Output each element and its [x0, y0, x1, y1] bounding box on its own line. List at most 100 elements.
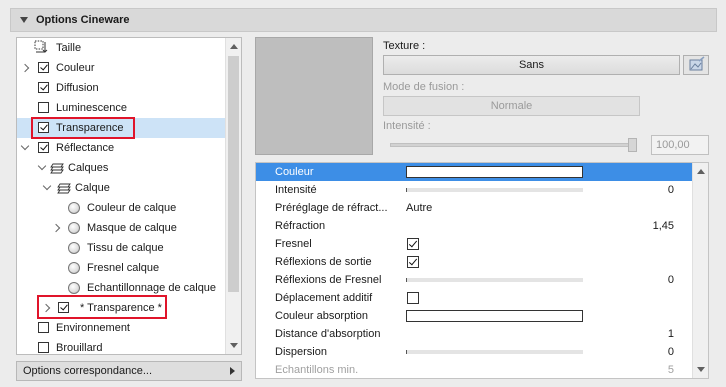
prop-row-couleur-absorption[interactable]: Couleur absorption — [256, 307, 692, 325]
color-swatch[interactable] — [406, 166, 583, 178]
options-correspondance-button[interactable]: Options correspondance... — [16, 361, 242, 381]
scroll-up-icon[interactable] — [697, 169, 705, 174]
checkbox[interactable] — [38, 342, 49, 353]
prop-row-reflexions-de-sortie[interactable]: Réflexions de sortie — [256, 253, 692, 271]
tree-item-label: Calques — [68, 162, 109, 174]
prop-value: 0 — [667, 184, 674, 196]
prop-checkbox[interactable] — [407, 238, 419, 250]
checkbox[interactable] — [38, 142, 49, 153]
panel-title: Options Cineware — [36, 14, 130, 26]
prop-row-couleur[interactable]: Couleur — [256, 163, 692, 181]
tree-item-label: Echantillonnage de calque — [87, 282, 217, 294]
prop-label: Réfraction — [275, 220, 326, 232]
tree-item-taille[interactable]: Taille — [17, 38, 226, 58]
prop-label: Préréglage de réfract... — [275, 202, 388, 214]
tree-scrollbar[interactable] — [225, 38, 241, 354]
tree-item-couleur-de-calque[interactable]: Couleur de calque — [17, 198, 226, 218]
tree-item-tissu-de-calque[interactable]: Tissu de calque — [17, 238, 226, 258]
panel-header[interactable]: Options Cineware — [10, 8, 717, 32]
size-icon — [34, 40, 48, 53]
prop-row-intensite[interactable]: Intensité 0 — [256, 181, 692, 199]
prop-label: Réflexions de Fresnel — [275, 274, 382, 286]
chevron-down-icon[interactable] — [20, 141, 30, 151]
radio-icon — [68, 282, 80, 294]
prop-checkbox[interactable] — [407, 292, 419, 304]
scroll-thumb[interactable] — [228, 56, 239, 292]
highlight-box — [37, 295, 167, 319]
blend-mode-value: Normale — [490, 100, 533, 112]
texture-value: Sans — [518, 59, 545, 71]
tree-item-brouillard[interactable]: Brouillard — [17, 338, 226, 354]
texture-browse-icon[interactable] — [683, 55, 709, 75]
tree-item-label: Calque — [75, 182, 110, 194]
prop-row-fresnel[interactable]: Fresnel — [256, 235, 692, 253]
chevron-down-icon[interactable] — [37, 161, 47, 171]
tree-item-label: Fresnel calque — [87, 262, 160, 274]
scroll-down-icon[interactable] — [697, 367, 705, 372]
prop-value[interactable]: Autre — [406, 202, 432, 214]
texture-select-button[interactable]: Sans — [383, 55, 680, 75]
chevron-right-icon[interactable] — [51, 223, 61, 233]
prop-slider[interactable] — [406, 278, 583, 282]
intensity-slider-track[interactable] — [390, 143, 633, 147]
prop-value[interactable]: 1,45 — [653, 220, 674, 232]
tree-item-diffusion[interactable]: Diffusion — [17, 78, 226, 98]
prop-row-distance-absorption[interactable]: Distance d'absorption 1 — [256, 325, 692, 343]
tree-item-label: Diffusion — [56, 82, 99, 94]
prop-checkbox[interactable] — [407, 256, 419, 268]
tree-item-calque[interactable]: Calque — [17, 178, 226, 198]
prop-row-reflexions-de-fresnel[interactable]: Réflexions de Fresnel 0 — [256, 271, 692, 289]
checkbox[interactable] — [38, 62, 49, 73]
tree-item-environnement[interactable]: Environnement — [17, 318, 226, 338]
tree-item-couleur[interactable]: Couleur — [17, 58, 226, 78]
tree-item-label: Environnement — [56, 322, 130, 334]
tree-item-masque-de-calque[interactable]: Masque de calque — [17, 218, 226, 238]
prop-slider[interactable] — [406, 350, 583, 354]
prop-value[interactable]: 1 — [668, 328, 674, 340]
properties-table[interactable]: Couleur Intensité 0 Préréglage de réfrac… — [255, 162, 709, 379]
intensity-value-field[interactable]: 100,00 — [651, 135, 709, 155]
texture-icon — [689, 56, 705, 71]
highlight-box — [31, 117, 135, 139]
checkbox[interactable] — [38, 82, 49, 93]
color-swatch[interactable] — [406, 310, 583, 322]
radio-icon — [68, 222, 80, 234]
layers-icon — [50, 163, 64, 174]
radio-icon — [68, 242, 80, 254]
chevron-right-icon[interactable] — [20, 63, 30, 73]
tree-item-label: Taille — [56, 42, 82, 54]
prop-row-dispersion[interactable]: Dispersion 0 — [256, 343, 692, 361]
intensity-label: Intensité : — [383, 120, 431, 132]
layers-icon — [57, 183, 71, 194]
tree-item-label: Luminescence — [56, 102, 127, 114]
tree-item-reflectance[interactable]: Réflectance — [17, 138, 226, 158]
intensity-slider-knob[interactable] — [628, 138, 637, 152]
prop-label: Distance d'absorption — [275, 328, 381, 340]
scroll-down-icon[interactable] — [230, 343, 238, 348]
checkbox[interactable] — [38, 102, 49, 113]
collapse-triangle-icon[interactable] — [20, 17, 28, 23]
prop-row-prereglage-refraction[interactable]: Préréglage de réfract... Autre — [256, 199, 692, 217]
properties-scrollbar[interactable] — [692, 163, 708, 378]
prop-row-refraction[interactable]: Réfraction 1,45 — [256, 217, 692, 235]
channel-tree[interactable]: Taille Couleur Diffusion Luminescence Tr… — [16, 37, 242, 355]
prop-row-echantillons-min[interactable]: Echantillons min. 5 — [256, 361, 692, 378]
prop-label: Réflexions de sortie — [275, 256, 372, 268]
prop-slider[interactable] — [406, 188, 583, 192]
tree-item-label: Brouillard — [56, 342, 103, 354]
prop-row-deplacement-additif[interactable]: Déplacement additif — [256, 289, 692, 307]
scroll-up-icon[interactable] — [230, 44, 238, 49]
tree-item-calques[interactable]: Calques — [17, 158, 226, 178]
texture-label: Texture : — [383, 40, 426, 52]
tree-item-label: Tissu de calque — [87, 242, 164, 254]
blend-mode-select[interactable]: Normale — [383, 96, 640, 116]
prop-value[interactable]: 5 — [668, 364, 674, 376]
prop-label: Couleur absorption — [275, 310, 368, 322]
tree-item-luminescence[interactable]: Luminescence — [17, 98, 226, 118]
chevron-down-icon[interactable] — [42, 181, 52, 191]
prop-label: Couleur — [275, 166, 314, 178]
tree-item-fresnel-calque[interactable]: Fresnel calque — [17, 258, 226, 278]
tree-item-label: Couleur — [56, 62, 95, 74]
checkbox[interactable] — [38, 322, 49, 333]
intensity-value: 100,00 — [656, 139, 690, 151]
